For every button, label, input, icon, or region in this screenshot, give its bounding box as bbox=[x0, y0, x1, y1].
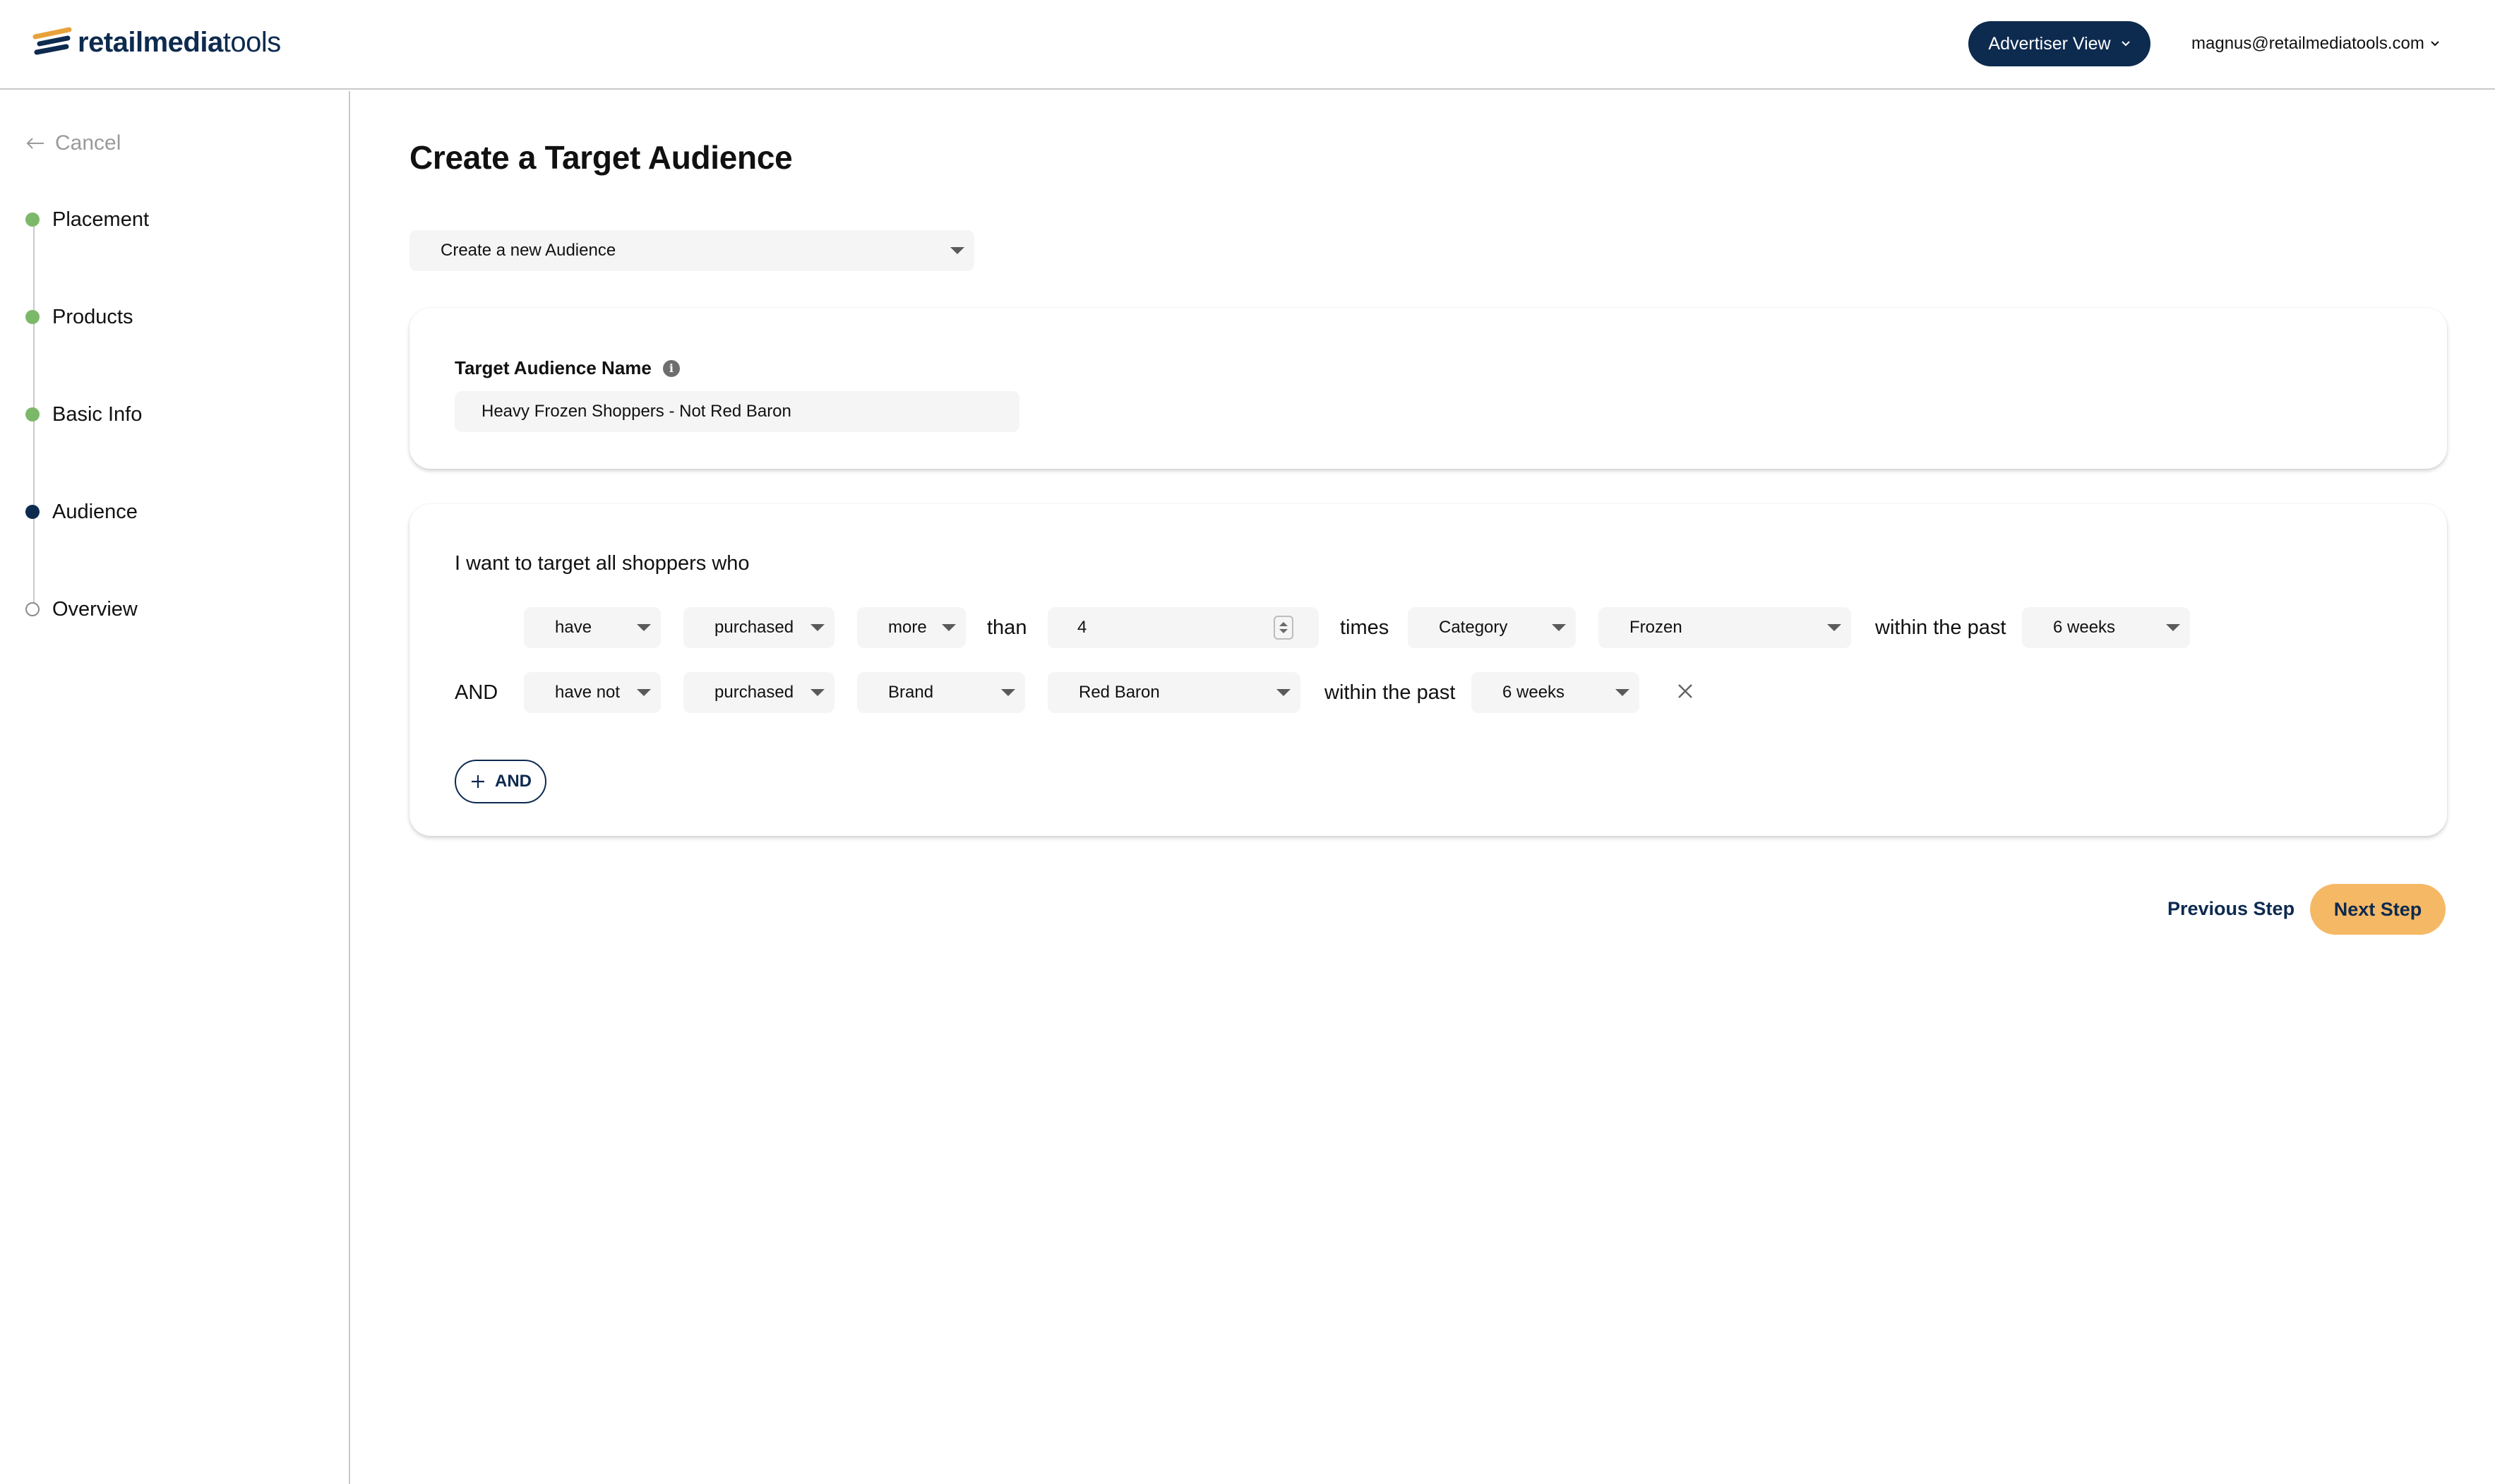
audience-name-label: Target Audience Name i bbox=[455, 357, 680, 379]
step-label: Overview bbox=[52, 597, 138, 621]
caret-down-icon bbox=[1276, 689, 1291, 696]
select-value: Red Baron bbox=[1079, 683, 1160, 702]
row2-period-select[interactable]: 6 weeks bbox=[1471, 672, 1639, 713]
step-done-dot bbox=[25, 310, 40, 324]
step-label: Basic Info bbox=[52, 402, 143, 426]
row1-comparison-select[interactable]: more bbox=[857, 607, 966, 648]
row1-than-text: than bbox=[987, 616, 1027, 639]
row2-connector-text: AND bbox=[455, 681, 498, 704]
row1-action-select[interactable]: purchased bbox=[683, 607, 834, 648]
cancel-link[interactable]: Cancel bbox=[25, 128, 121, 159]
row2-scope-select[interactable]: Brand bbox=[857, 672, 1025, 713]
select-value: 6 weeks bbox=[2053, 618, 2116, 637]
field-label-text: Target Audience Name bbox=[455, 357, 652, 378]
row2-verb-select[interactable]: have not bbox=[524, 672, 661, 713]
remove-rule-close-icon[interactable] bbox=[1673, 679, 1697, 703]
row1-within-text: within the past bbox=[1875, 616, 2006, 639]
step-current-dot bbox=[25, 505, 40, 519]
caret-down-icon bbox=[1001, 689, 1015, 696]
step-products[interactable]: Products bbox=[25, 301, 133, 333]
step-label: Products bbox=[52, 305, 133, 328]
select-value: 6 weeks bbox=[1502, 683, 1565, 702]
previous-step-button[interactable]: Previous Step bbox=[2167, 884, 2294, 933]
advertiser-view-button[interactable]: Advertiser View bbox=[1968, 21, 2150, 66]
logo-text: retailmediatools bbox=[78, 26, 281, 58]
top-header: retailmediatools Advertiser View magnus@… bbox=[0, 0, 2495, 90]
targeting-rules-card: I want to target all shoppers who have p… bbox=[409, 504, 2447, 836]
add-and-rule-button[interactable]: AND bbox=[455, 760, 546, 803]
step-overview[interactable]: Overview bbox=[25, 594, 138, 625]
caret-down-icon bbox=[1552, 624, 1566, 631]
step-audience[interactable]: Audience bbox=[25, 496, 138, 527]
row2-action-select[interactable]: purchased bbox=[683, 672, 834, 713]
step-done-dot bbox=[25, 213, 40, 227]
quantity-value: 4 bbox=[1077, 618, 1087, 637]
caret-down-icon bbox=[810, 689, 825, 696]
add-and-label: AND bbox=[495, 772, 532, 791]
advertiser-view-label: Advertiser View bbox=[1988, 33, 2111, 54]
select-value: have bbox=[555, 618, 592, 637]
select-value: purchased bbox=[714, 683, 794, 702]
row1-quantity-input[interactable]: 4 bbox=[1048, 607, 1319, 648]
cancel-label: Cancel bbox=[55, 131, 121, 155]
step-basic-info[interactable]: Basic Info bbox=[25, 399, 142, 430]
rules-intro: I want to target all shoppers who bbox=[455, 552, 750, 575]
select-value: Frozen bbox=[1629, 618, 1682, 637]
row1-period-select[interactable]: 6 weeks bbox=[2022, 607, 2190, 648]
info-icon[interactable]: i bbox=[662, 359, 680, 377]
row2-within-text: within the past bbox=[1324, 681, 1456, 704]
caret-down-icon bbox=[942, 624, 956, 631]
step-placement[interactable]: Placement bbox=[25, 204, 149, 235]
row1-times-text: times bbox=[1340, 616, 1389, 639]
step-done-dot bbox=[25, 407, 40, 421]
select-value: more bbox=[888, 618, 927, 637]
caret-down-icon bbox=[1615, 689, 1629, 696]
caret-down-icon bbox=[637, 624, 651, 631]
step-pending-dot bbox=[25, 602, 40, 616]
caret-down-icon bbox=[2166, 624, 2180, 631]
user-menu[interactable]: magnus@retailmediatools.com bbox=[2191, 30, 2440, 58]
caret-down-icon bbox=[637, 689, 651, 696]
arrow-left-icon bbox=[26, 138, 44, 149]
select-value: have not bbox=[555, 683, 621, 702]
wizard-sidebar: Cancel Placement Products Basic Info Aud… bbox=[0, 91, 350, 1484]
select-value: Create a new Audience bbox=[441, 241, 616, 260]
logo-mark-icon bbox=[32, 27, 72, 55]
next-step-button[interactable]: Next Step bbox=[2310, 884, 2446, 935]
logo[interactable]: retailmediatools bbox=[32, 21, 281, 64]
select-value: Category bbox=[1439, 618, 1508, 637]
step-label: Audience bbox=[52, 500, 138, 523]
audience-name-input[interactable] bbox=[455, 391, 1019, 432]
caret-down-icon bbox=[950, 247, 964, 254]
plus-icon bbox=[472, 775, 484, 788]
row1-verb-select[interactable]: have bbox=[524, 607, 661, 648]
select-value: Brand bbox=[888, 683, 934, 702]
row2-value-select[interactable]: Red Baron bbox=[1048, 672, 1300, 713]
caret-down-icon bbox=[1827, 624, 1841, 631]
step-label: Placement bbox=[52, 208, 150, 231]
number-stepper-icon[interactable] bbox=[1274, 616, 1293, 640]
caret-down-icon bbox=[810, 624, 825, 631]
page-title: Create a Target Audience bbox=[409, 139, 793, 176]
audience-name-card: Target Audience Name i bbox=[409, 308, 2447, 469]
user-email: magnus@retailmediatools.com bbox=[2191, 34, 2424, 53]
audience-mode-select[interactable]: Create a new Audience bbox=[409, 230, 974, 271]
select-value: purchased bbox=[714, 618, 794, 637]
chevron-down-icon bbox=[2121, 41, 2130, 47]
chevron-down-icon bbox=[2431, 41, 2439, 47]
row1-value-select[interactable]: Frozen bbox=[1598, 607, 1851, 648]
row1-scope-select[interactable]: Category bbox=[1408, 607, 1576, 648]
